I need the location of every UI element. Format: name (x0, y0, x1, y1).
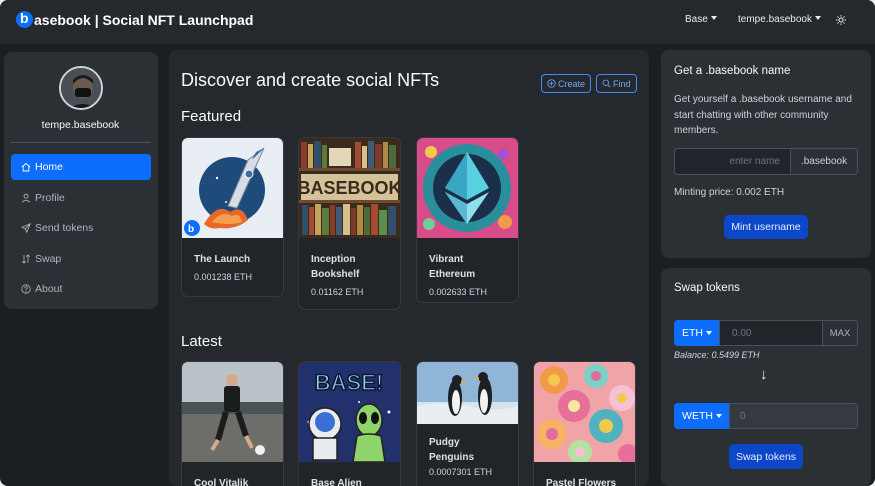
basebook-logo-icon (16, 10, 33, 28)
sidebar-item-swap[interactable]: Swap (11, 246, 151, 272)
brand[interactable]: asebook | Social NFT Launchpad (16, 10, 254, 28)
mint-username-button[interactable]: Mint username (724, 215, 808, 239)
nft-name: Inception Bookshelf (311, 254, 360, 280)
nft-image: BASE! (299, 362, 400, 462)
sidebar-item-label: About (35, 283, 63, 295)
swap-tokens-button[interactable]: Swap tokens (729, 444, 803, 469)
bookshelf-sign-text: BASEBOOK (299, 178, 400, 198)
to-amount-field: 0 (729, 403, 858, 429)
name-card-title: Get a .basebook name (674, 65, 791, 77)
sidebar-item-home[interactable]: Home (11, 154, 151, 180)
sidebar-item-label: Send tokens (35, 222, 94, 234)
network-label: Base (685, 14, 708, 25)
nft-card-pudgy-penguins[interactable]: Pudgy Penguins 0.0007301 ETH (416, 361, 519, 486)
create-button[interactable]: Create (541, 74, 592, 93)
bookshelf-image: BASEBOOK (299, 138, 400, 238)
name-suffix: .basebook (790, 148, 858, 175)
alien-sign-text: BASE! (315, 370, 383, 395)
sidebar-item-profile[interactable]: Profile (11, 185, 151, 211)
account-label: tempe.basebook (738, 14, 812, 25)
page-title: Discover and create social NFTs (181, 70, 440, 90)
balance-text: Balance: 0.5499 ETH (674, 350, 760, 360)
alien-astronaut-image: BASE! (299, 362, 400, 462)
rocket-launch-image: b (182, 138, 283, 238)
chevron-down-icon (814, 16, 821, 20)
nft-name: The Launch (194, 254, 251, 265)
minting-price: Minting price: 0.002 ETH (674, 187, 785, 198)
brand-title: asebook | Social NFT Launchpad (34, 11, 254, 28)
ethereum-art-image (417, 138, 518, 238)
nft-image (534, 362, 635, 462)
svg-text:b: b (188, 224, 194, 235)
from-token-label: ETH (682, 327, 703, 339)
to-token-dropdown[interactable]: WETH (674, 403, 730, 429)
nft-name: Pastel Flowers (546, 478, 617, 486)
theme-toggle-sun-icon[interactable] (836, 15, 846, 25)
sidebar-item-send-tokens[interactable]: Send tokens (11, 215, 151, 241)
name-card-description: Get yourself a .basebook username and st… (674, 94, 852, 136)
avatar[interactable] (59, 66, 103, 110)
nft-image: BASEBOOK (299, 138, 400, 238)
nft-name: Cool Vitalik (194, 478, 249, 486)
from-token-dropdown[interactable]: ETH (674, 320, 720, 346)
penguins-image (417, 362, 518, 424)
search-icon (602, 79, 611, 88)
nft-name: Base Alien (311, 478, 362, 486)
sidebar-divider (10, 142, 151, 143)
nft-card-cool-vitalik[interactable]: Cool Vitalik (181, 361, 284, 486)
home-icon (21, 162, 31, 172)
nft-image (182, 362, 283, 462)
swap-card-title: Swap tokens (674, 282, 740, 294)
nft-name: Pudgy Penguins (429, 437, 475, 463)
nft-card-pastel-flowers[interactable]: Pastel Flowers (533, 361, 636, 486)
nft-image (417, 362, 518, 424)
question-icon (21, 284, 31, 294)
name-input-placeholder: enter name (729, 156, 780, 167)
from-amount-input[interactable]: 0.00 (719, 320, 823, 346)
find-button[interactable]: Find (596, 74, 637, 93)
nft-name: Vibrant Ethereum (429, 254, 476, 280)
sidebar-item-label: Profile (35, 192, 65, 204)
network-dropdown[interactable]: Base (685, 14, 717, 25)
sidebar-username: tempe.basebook (41, 119, 120, 131)
nft-image: b (182, 138, 283, 238)
top-navbar: asebook | Social NFT Launchpad Base temp… (0, 0, 875, 44)
send-icon (21, 223, 31, 233)
chevron-down-icon (715, 414, 722, 418)
max-button[interactable]: MAX (822, 320, 858, 346)
flowers-image (534, 362, 635, 462)
to-token-label: WETH (682, 410, 713, 422)
from-amount-placeholder: 0.00 (732, 327, 752, 339)
nft-price: 0.002633 ETH (429, 287, 488, 297)
arrow-down-icon: ↓ (760, 366, 768, 383)
nft-card-base-alien[interactable]: BASE! Base Alien (298, 361, 401, 486)
nft-image (417, 138, 518, 238)
name-input[interactable]: enter name (674, 148, 791, 175)
sidebar-item-about[interactable]: About (11, 276, 151, 302)
plus-circle-icon (547, 79, 556, 88)
person-icon (21, 193, 31, 203)
to-amount-value: 0 (740, 410, 746, 422)
featured-heading: Featured (181, 108, 242, 125)
nft-price: 0.0007301 ETH (429, 467, 493, 477)
chevron-down-icon (710, 16, 717, 20)
nft-price: 0.01162 ETH (311, 287, 364, 297)
find-label: Find (613, 78, 631, 89)
create-label: Create (558, 78, 586, 89)
nft-card-inception-bookshelf[interactable]: BASEBOOK Inception Bookshelf 0.01162 ETH (298, 137, 401, 310)
nft-card-the-launch[interactable]: b The Launch 0.001238 ETH (181, 137, 284, 297)
soccer-player-image (182, 362, 283, 462)
chevron-down-icon (706, 331, 712, 335)
latest-heading: Latest (181, 333, 222, 350)
nft-price: 0.001238 ETH (194, 272, 253, 282)
sidebar-item-label: Swap (35, 253, 62, 265)
sidebar-item-label: Home (35, 161, 64, 173)
account-dropdown[interactable]: tempe.basebook (738, 14, 821, 25)
swap-icon (22, 254, 30, 264)
nft-card-vibrant-ethereum[interactable]: Vibrant Ethereum 0.002633 ETH (416, 137, 519, 303)
app-window: asebook | Social NFT Launchpad Base temp… (0, 0, 875, 486)
